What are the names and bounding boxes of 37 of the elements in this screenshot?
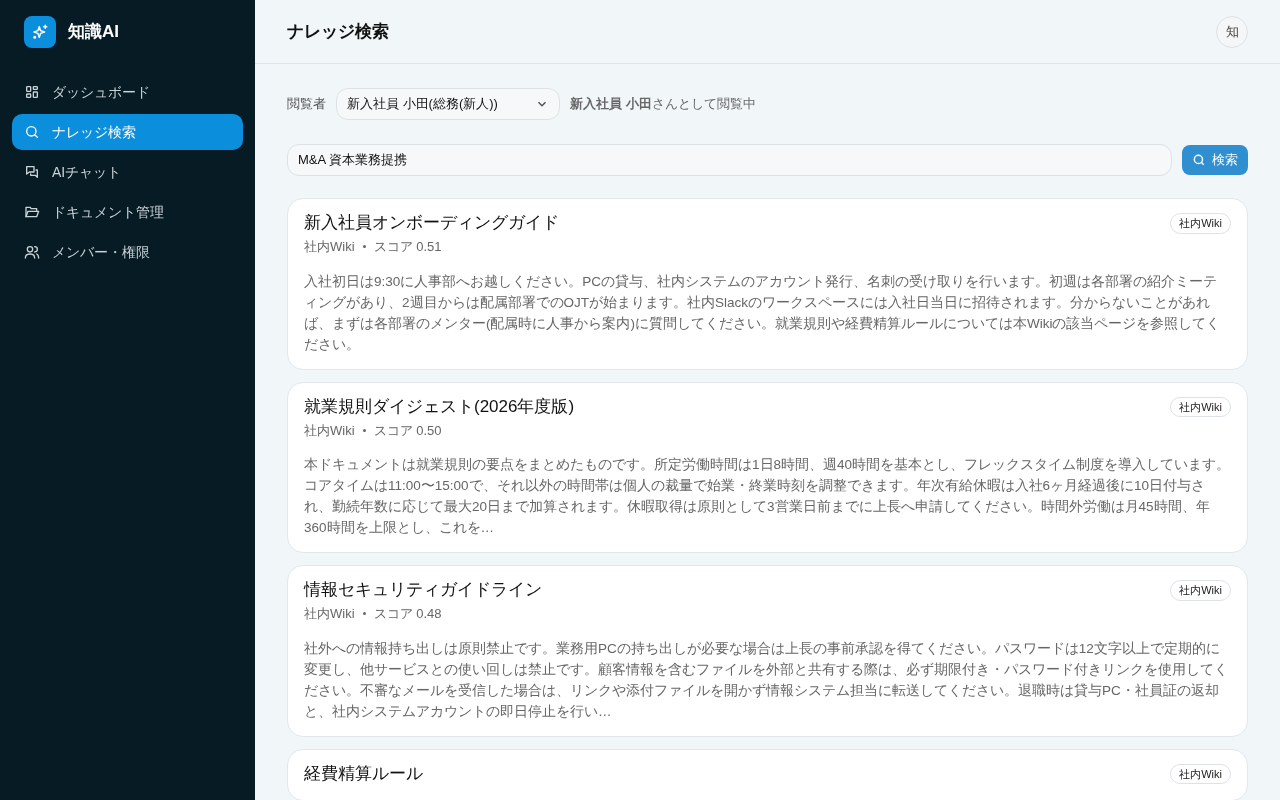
search-field[interactable]: M&A 資本業務提携 bbox=[287, 144, 1172, 176]
logo-icon bbox=[24, 16, 56, 48]
dashboard-icon bbox=[24, 84, 40, 100]
result-title: 新入社員オンボーディングガイド bbox=[304, 212, 559, 234]
result-score: スコア 0.51 bbox=[373, 238, 442, 256]
result-card[interactable] bbox=[287, 381, 1248, 553]
users-icon bbox=[24, 244, 40, 260]
viewer-status: 新入社員 小田さんとして閲覧中 bbox=[570, 95, 756, 114]
app-name: 知識AI bbox=[68, 21, 119, 44]
search-button[interactable]: 検索 bbox=[1182, 145, 1248, 175]
result-card[interactable] bbox=[287, 198, 1248, 370]
result-card[interactable] bbox=[287, 565, 1248, 737]
result-snippet: 本ドキュメントは就業規則の要点をまとめたものです。所定労働時間は1日8時間、週40時間を基本とし、フレックスタイム制度を導入しています。コアタイムは11:00〜15:00で、それ以外の時間帯は個人の裁量で始業・終業時刻を調整できます。年次有給休暇は入社6ヶ月経過後に10日付与され、勤続年数に応じて最大20日まで加算されます。休暇取得は原則として3営業日前までに上長へ申請してください。時間外労働は月45時間、年360時間を上限とし、これを… bbox=[304, 456, 1231, 537]
viewer-label: 閲覧者 bbox=[287, 95, 326, 114]
result-card[interactable]: 経費精算ルール 社内Wiki bbox=[287, 748, 1248, 800]
viewer-select[interactable]: 新入社員 小田(総務(新人)) bbox=[336, 88, 560, 120]
result-score: スコア 0.50 bbox=[373, 421, 442, 440]
sidebar-item[interactable]: ダッシュボード bbox=[12, 74, 243, 110]
result-snippet: 社外への情報持ち出しは原則禁止です。業務用PCの持ち出しが必要な場合は上長の事前承認を得てください。パスワードは12文字以上で定期的に変更し、他サービスとの使い回しは禁止です。顧客情報を含むファイルを外部と共有する際は、必ず期限付き・パスワード付きリンクを使用してください。不審なメールを受信した場合は、リンクや添付ファイルを開かず情報システム担当に転送してください。退職時は貸与PC・社員証の返却と、社内システムアカウントの即日停止を行い… bbox=[304, 639, 1229, 721]
sidebar-item[interactable]: メンバー・権限 bbox=[12, 234, 243, 270]
page-title: ナレッジ検索 bbox=[287, 20, 389, 43]
result-title: 就業規則ダイジェスト(2026年度版) bbox=[304, 395, 575, 418]
result-source: 社内Wiki bbox=[304, 238, 355, 256]
sidebar-item[interactable]: ドキュメント管理 bbox=[12, 194, 243, 230]
chat-icon bbox=[24, 164, 40, 180]
search-icon bbox=[1192, 153, 1206, 167]
user-avatar[interactable]: 知 bbox=[1216, 15, 1248, 48]
result-source: 社内Wiki bbox=[304, 421, 355, 440]
result-source: 社内Wiki bbox=[304, 605, 355, 623]
folder-icon bbox=[24, 204, 40, 220]
sidebar-item[interactable]: ナレッジ検索 bbox=[12, 114, 243, 150]
search-icon bbox=[24, 124, 40, 140]
result-score: スコア 0.48 bbox=[373, 605, 442, 623]
sidebar-item[interactable]: AIチャット bbox=[12, 154, 243, 190]
result-title: 情報セキュリティガイドライン bbox=[304, 579, 542, 601]
result-snippet: 入社初日は9:30に人事部へお越しください。PCの貸与、社内システムのアカウント発行、名刺の受け取りを行います。初週は各部署の紹介ミーティングがあり、2週目からは配属部署でのOJTが始まります。社内Slackのワークスペースには入社日当日に招待されます。分からないことがあれば、まずは各部署のメンター(配属時に人事から案内)に質問してください。就業規則や経費精算ルールについては本Wikiの該当ページを参照してください。 bbox=[304, 272, 1222, 354]
result-title: 経費精算ルール bbox=[304, 762, 423, 785]
